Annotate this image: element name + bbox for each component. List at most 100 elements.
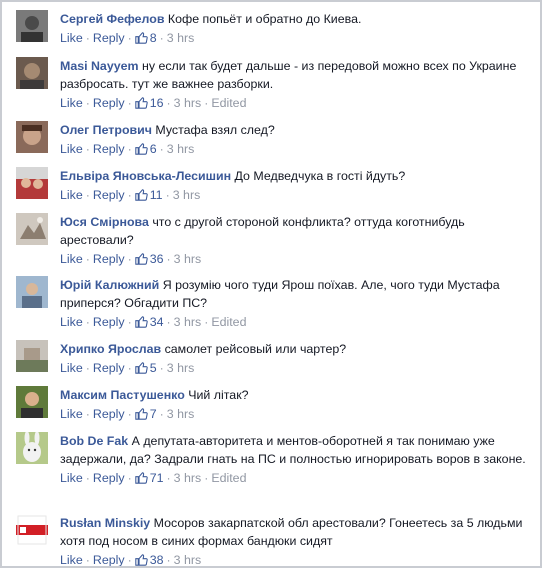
avatar-image [16, 10, 48, 42]
comment-author[interactable]: Олег Петрович [60, 123, 152, 137]
timestamp[interactable]: 3 hrs [167, 142, 195, 156]
reply-link[interactable]: Reply [93, 31, 125, 45]
avatar[interactable] [16, 432, 48, 464]
comment-text: А депутата-авторитета и ментов-оборотней… [60, 434, 526, 466]
comment-author[interactable]: Хрипко Ярослав [60, 342, 161, 356]
like-count[interactable]: 11 [134, 188, 163, 202]
comment-author[interactable]: Юся Смірнова [60, 215, 149, 229]
like-count[interactable]: 7 [134, 407, 157, 421]
timestamp[interactable]: 3 hrs [174, 252, 202, 266]
like-count-value: 36 [149, 252, 164, 266]
like-count[interactable]: 34 [134, 315, 164, 329]
like-count-value: 16 [149, 96, 164, 110]
timestamp[interactable]: 3 hrs [174, 315, 202, 329]
like-link[interactable]: Like [60, 315, 83, 329]
like-count[interactable]: 36 [134, 252, 164, 266]
reply-link[interactable]: Reply [93, 407, 125, 421]
avatar-image [16, 57, 48, 89]
comment-author[interactable]: Юрій Калюжний [60, 278, 159, 292]
avatar-image [16, 167, 48, 199]
like-count-value: 6 [149, 142, 157, 156]
timestamp[interactable]: 3 hrs [174, 553, 202, 566]
comment-author[interactable]: Ельвіра Яновська-Лесишин [60, 169, 231, 183]
like-count[interactable]: 8 [134, 31, 157, 45]
like-count[interactable]: 5 [134, 361, 157, 375]
like-link[interactable]: Like [60, 252, 83, 266]
like-link[interactable]: Like [60, 553, 83, 566]
avatar-image [16, 340, 48, 372]
thumbs-up-icon [134, 32, 148, 44]
avatar-image [16, 514, 48, 546]
like-link[interactable]: Like [60, 188, 83, 202]
like-link[interactable]: Like [60, 407, 83, 421]
edited-label[interactable]: Edited [211, 315, 246, 329]
comment-text: Чий літак? [188, 388, 249, 402]
avatar-image [16, 276, 48, 308]
like-count[interactable]: 38 [134, 553, 164, 567]
like-count-value: 7 [149, 407, 157, 421]
reply-link[interactable]: Reply [93, 252, 125, 266]
timestamp[interactable]: 3 hrs [167, 31, 195, 45]
comment-author[interactable]: Bob De Fak [60, 434, 128, 448]
like-count[interactable]: 16 [134, 96, 164, 110]
thumbs-up-icon [134, 554, 148, 566]
comment-author[interactable]: Максим Пастушенко [60, 388, 185, 402]
like-link[interactable]: Like [60, 361, 83, 375]
reply-link[interactable]: Reply [93, 96, 125, 110]
like-count-value: 71 [149, 471, 164, 485]
like-count[interactable]: 6 [134, 142, 157, 156]
avatar[interactable] [16, 386, 48, 418]
timestamp[interactable]: 3 hrs [173, 188, 201, 202]
avatar[interactable] [16, 121, 48, 153]
avatar-image [16, 432, 48, 464]
comment-text: самолет рейсовый или чартер? [164, 342, 347, 356]
timestamp[interactable]: 3 hrs [174, 471, 202, 485]
avatar[interactable] [16, 213, 48, 245]
thumbs-up-icon [134, 408, 148, 420]
like-link[interactable]: Like [60, 142, 83, 156]
timestamp[interactable]: 3 hrs [167, 361, 195, 375]
reply-link[interactable]: Reply [93, 188, 125, 202]
avatar[interactable] [16, 514, 48, 546]
avatar-image [16, 213, 48, 245]
thumbs-up-icon [134, 253, 148, 265]
avatar[interactable] [16, 10, 48, 42]
like-link[interactable]: Like [60, 96, 83, 110]
thumbs-up-icon [134, 316, 148, 328]
like-link[interactable]: Like [60, 31, 83, 45]
comment-author[interactable]: Masi Nayyem [60, 59, 139, 73]
like-count-value: 38 [149, 553, 164, 567]
like-count-value: 11 [149, 188, 163, 202]
comment-text: Кофе попьёт и обратно до Киева. [167, 12, 362, 26]
reply-link[interactable]: Reply [93, 361, 125, 375]
comment-text: До Медведчука в гості йдуть? [234, 169, 406, 183]
reply-link[interactable]: Reply [93, 142, 125, 156]
like-count[interactable]: 71 [134, 471, 164, 485]
comment-text: Мустафа взял след? [155, 123, 275, 137]
reply-link[interactable]: Reply [93, 315, 125, 329]
edited-label[interactable]: Edited [211, 471, 246, 485]
reply-link[interactable]: Reply [93, 553, 125, 566]
like-count-value: 34 [149, 315, 164, 329]
comment-author[interactable]: Rusłan Minskiy [60, 516, 150, 530]
avatar[interactable] [16, 57, 48, 89]
thumbs-up-icon [134, 97, 148, 109]
thumbs-up-icon [134, 143, 148, 155]
like-link[interactable]: Like [60, 471, 83, 485]
like-count-value: 8 [149, 31, 157, 45]
thumbs-up-icon [134, 472, 148, 484]
avatar[interactable] [16, 167, 48, 199]
avatar-image [16, 386, 48, 418]
like-count-value: 5 [149, 361, 157, 375]
edited-label[interactable]: Edited [211, 96, 246, 110]
thumbs-up-icon [134, 362, 148, 374]
avatar[interactable] [16, 340, 48, 372]
comment-author[interactable]: Сергей Фефелов [60, 12, 164, 26]
timestamp[interactable]: 3 hrs [167, 407, 195, 421]
reply-link[interactable]: Reply [93, 471, 125, 485]
thumbs-up-icon [134, 189, 148, 201]
comment-list: Сергей Фефелов Кофе попьёт и обратно до … [0, 0, 542, 568]
avatar[interactable] [16, 276, 48, 308]
timestamp[interactable]: 3 hrs [174, 96, 202, 110]
avatar-image [16, 121, 48, 153]
